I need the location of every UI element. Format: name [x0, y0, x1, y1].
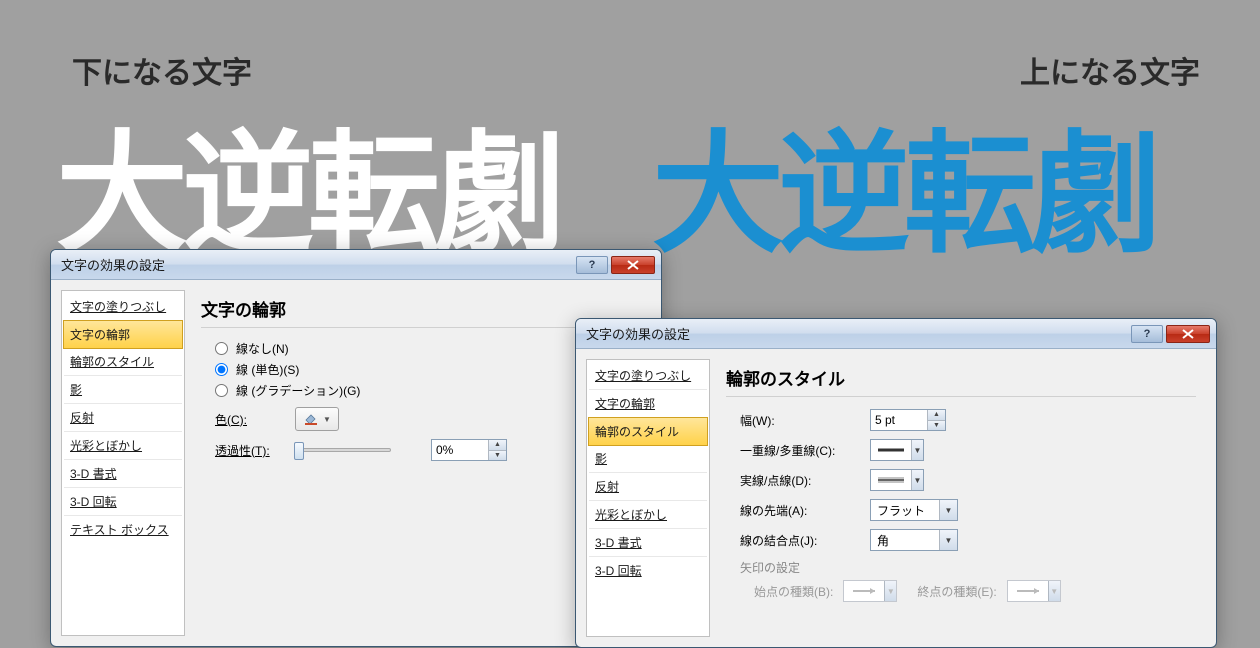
- dash-line-icon: [871, 470, 911, 490]
- color-picker-button[interactable]: ▼: [295, 407, 339, 431]
- sidebar-item-textbox[interactable]: テキスト ボックス: [64, 516, 182, 543]
- category-sidebar: 文字の塗りつぶし 文字の輪郭 輪郭のスタイル 影 反射 光彩とぼかし 3-D 書…: [586, 359, 710, 637]
- spin-down[interactable]: ▼: [928, 421, 945, 431]
- spin-up[interactable]: ▲: [489, 440, 506, 451]
- sidebar-item-text-fill[interactable]: 文字の塗りつぶし: [64, 293, 182, 321]
- sidebar-item-outline-style[interactable]: 輪郭のスタイル: [588, 417, 708, 446]
- radio-label: 線なし(N): [236, 340, 289, 357]
- dialog-title: 文字の効果の設定: [586, 324, 1128, 343]
- arrow-start-icon: [844, 581, 884, 601]
- width-input[interactable]: [871, 410, 927, 430]
- chevron-down-icon[interactable]: ▼: [939, 530, 957, 550]
- transparency-input[interactable]: [432, 440, 488, 460]
- sidebar-item-reflection[interactable]: 反射: [64, 404, 182, 432]
- sidebar-item-outline-style[interactable]: 輪郭のスタイル: [64, 348, 182, 376]
- join-value: 角: [871, 530, 939, 550]
- sample-text-blue: 大逆転劇: [652, 88, 1156, 279]
- radio-input-solid[interactable]: [215, 363, 228, 376]
- paint-bucket-icon: [303, 412, 319, 426]
- titlebar[interactable]: 文字の効果の設定 ?: [576, 319, 1216, 349]
- close-icon: [627, 260, 639, 270]
- slider-thumb[interactable]: [294, 442, 304, 460]
- compound-line-icon: [871, 440, 911, 460]
- sidebar-item-3d-format[interactable]: 3-D 書式: [64, 460, 182, 488]
- arrow-section-label: 矢印の設定: [740, 559, 1196, 576]
- category-sidebar: 文字の塗りつぶし 文字の輪郭 輪郭のスタイル 影 反射 光彩とぼかし 3-D 書…: [61, 290, 185, 636]
- radio-input-no-line[interactable]: [215, 342, 228, 355]
- dash-label: 実線/点線(D):: [740, 472, 860, 489]
- arrow-end-icon: [1008, 581, 1048, 601]
- chevron-down-icon[interactable]: ▼: [911, 470, 923, 490]
- join-label: 線の結合点(J):: [740, 532, 860, 549]
- transparency-slider[interactable]: [295, 448, 391, 452]
- end-type-label: 終点の種類(E):: [917, 583, 996, 600]
- color-label: 色(C):: [215, 411, 285, 428]
- close-button[interactable]: [1166, 325, 1210, 343]
- chevron-down-icon[interactable]: ▼: [911, 440, 923, 460]
- help-button[interactable]: ?: [576, 256, 608, 274]
- dialog-title: 文字の効果の設定: [61, 255, 573, 274]
- radio-input-gradient[interactable]: [215, 384, 228, 397]
- outline-style-panel: 輪郭のスタイル 幅(W): ▲ ▼ 一重線/多重線(C): ▼: [716, 359, 1206, 637]
- sidebar-item-glow[interactable]: 光彩とぼかし: [589, 501, 707, 529]
- start-type-combo[interactable]: ▼: [843, 580, 897, 602]
- radio-label: 線 (単色)(S): [236, 361, 299, 378]
- transparency-label: 透過性(T):: [215, 442, 285, 459]
- width-label: 幅(W):: [740, 412, 860, 429]
- chevron-down-icon[interactable]: ▼: [1048, 581, 1060, 601]
- label-top-text: 上になる文字: [1020, 48, 1200, 92]
- sidebar-item-text-outline[interactable]: 文字の輪郭: [63, 320, 183, 349]
- sidebar-item-reflection[interactable]: 反射: [589, 473, 707, 501]
- close-button[interactable]: [611, 256, 655, 274]
- start-type-label: 始点の種類(B):: [754, 583, 833, 600]
- label-bottom-text: 下になる文字: [72, 48, 252, 92]
- sidebar-item-3d-format[interactable]: 3-D 書式: [589, 529, 707, 557]
- spin-down[interactable]: ▼: [489, 451, 506, 461]
- close-icon: [1182, 329, 1194, 339]
- help-button[interactable]: ?: [1131, 325, 1163, 343]
- cap-label: 線の先端(A):: [740, 502, 860, 519]
- radio-label: 線 (グラデーション)(G): [236, 382, 360, 399]
- compound-label: 一重線/多重線(C):: [740, 442, 860, 459]
- dash-combo[interactable]: ▼: [870, 469, 924, 491]
- join-combo[interactable]: 角 ▼: [870, 529, 958, 551]
- chevron-down-icon: ▼: [323, 415, 331, 424]
- width-spinner[interactable]: ▲ ▼: [870, 409, 946, 431]
- sidebar-item-text-fill[interactable]: 文字の塗りつぶし: [589, 362, 707, 390]
- sidebar-item-shadow[interactable]: 影: [589, 445, 707, 473]
- titlebar[interactable]: 文字の効果の設定 ?: [51, 250, 661, 280]
- sidebar-item-glow[interactable]: 光彩とぼかし: [64, 432, 182, 460]
- sidebar-item-3d-rotation[interactable]: 3-D 回転: [589, 557, 707, 584]
- sidebar-item-shadow[interactable]: 影: [64, 376, 182, 404]
- compound-line-combo[interactable]: ▼: [870, 439, 924, 461]
- transparency-spinner[interactable]: ▲ ▼: [431, 439, 507, 461]
- cap-value: フラット: [871, 500, 939, 520]
- text-effects-dialog-2: 文字の効果の設定 ? 文字の塗りつぶし 文字の輪郭 輪郭のスタイル 影 反射 光…: [575, 318, 1217, 648]
- cap-combo[interactable]: フラット ▼: [870, 499, 958, 521]
- sidebar-item-3d-rotation[interactable]: 3-D 回転: [64, 488, 182, 516]
- sidebar-item-text-outline[interactable]: 文字の輪郭: [589, 390, 707, 418]
- end-type-combo[interactable]: ▼: [1007, 580, 1061, 602]
- panel-title: 輪郭のスタイル: [726, 365, 1196, 397]
- chevron-down-icon[interactable]: ▼: [884, 581, 896, 601]
- chevron-down-icon[interactable]: ▼: [939, 500, 957, 520]
- text-effects-dialog-1: 文字の効果の設定 ? 文字の塗りつぶし 文字の輪郭 輪郭のスタイル 影 反射 光…: [50, 249, 662, 647]
- spin-up[interactable]: ▲: [928, 410, 945, 421]
